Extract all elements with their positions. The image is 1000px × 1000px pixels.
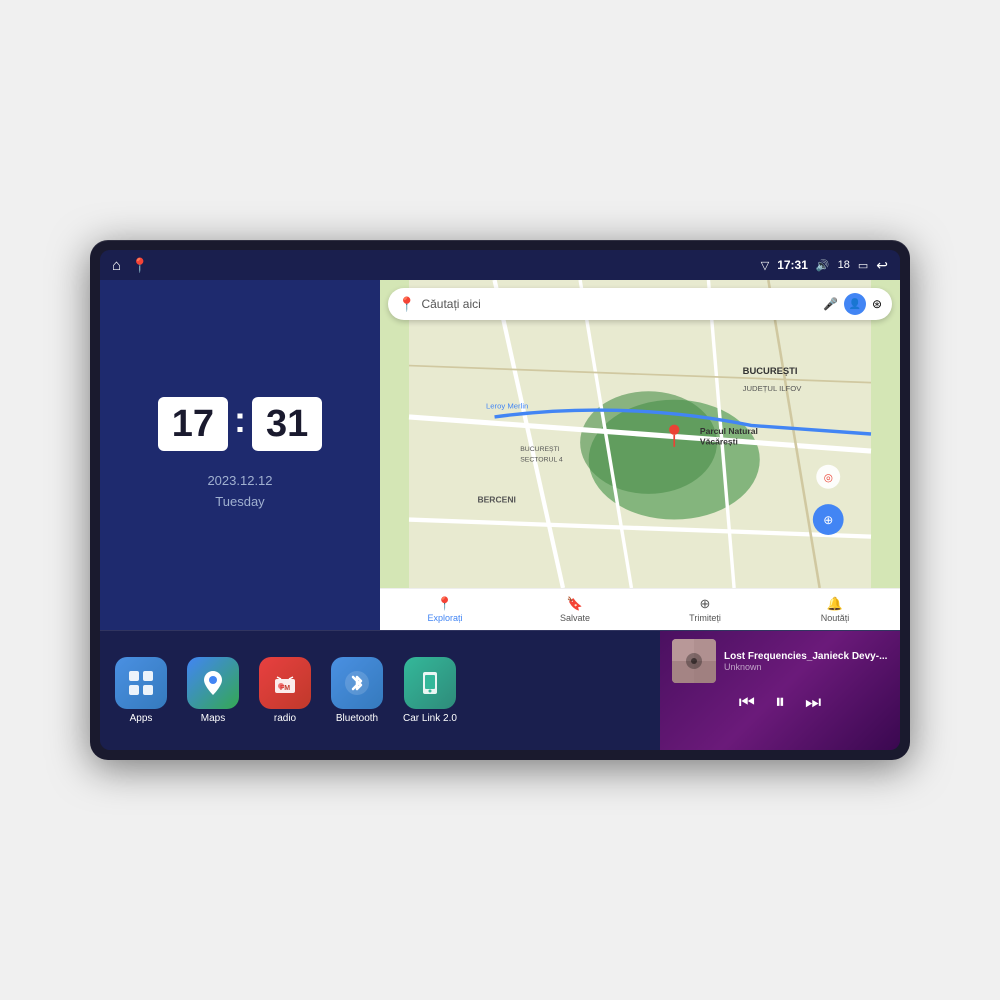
map-explore-icon: 📍 <box>437 596 453 612</box>
svg-text:Leroy Merlin: Leroy Merlin <box>486 401 528 410</box>
map-send-label: Trimiteți <box>689 613 721 623</box>
bottom-section: Apps Maps <box>100 630 900 750</box>
date-display: 2023.12.12 Tuesday <box>207 471 272 513</box>
carlink-label: Car Link 2.0 <box>403 713 457 724</box>
music-section: Lost Frequencies_Janieck Devy-... Unknow… <box>660 631 900 750</box>
svg-text:Văcărești: Văcărești <box>700 436 738 446</box>
svg-text:JUDEȚUL ILFOV: JUDEȚUL ILFOV <box>743 384 803 393</box>
apps-grid-icon <box>127 669 155 697</box>
status-right: ▽ 17:31 🔊 18 ▭ ↩ <box>761 257 888 274</box>
map-svg-container: Parcul Natural Văcărești BUCUREȘTI JUDEȚ… <box>380 280 900 588</box>
map-bottom-nav: 📍 Explorați 🔖 Salvate ⊕ Trimiteți <box>380 588 900 630</box>
music-album-art-image <box>672 639 716 683</box>
music-album-art <box>672 639 716 683</box>
map-user-avatar[interactable]: 👤 <box>844 293 866 315</box>
svg-text:◎: ◎ <box>824 473 833 484</box>
app-icon-radio[interactable]: FM radio <box>259 657 311 724</box>
map-nav-send[interactable]: ⊕ Trimiteți <box>640 596 770 623</box>
svg-text:Parcul Natural: Parcul Natural <box>700 426 758 436</box>
map-pin-icon: 📍 <box>398 296 415 313</box>
map-nav-saved[interactable]: 🔖 Salvate <box>510 596 640 623</box>
app-icon-maps[interactable]: Maps <box>187 657 239 724</box>
top-section: 17 : 31 2023.12.12 Tuesday <box>100 280 900 630</box>
clock-hour: 17 <box>158 397 228 451</box>
map-layers-icon[interactable]: ⊛ <box>872 297 882 311</box>
music-next-button[interactable]: ⏭ <box>805 692 821 713</box>
date-text: 2023.12.12 <box>207 471 272 492</box>
signal-icon: ▽ <box>761 259 769 272</box>
music-info: Lost Frequencies_Janieck Devy-... Unknow… <box>724 651 888 672</box>
svg-text:BERCENI: BERCENI <box>477 494 515 504</box>
maps-icon <box>187 657 239 709</box>
bluetooth-symbol-icon <box>343 669 371 697</box>
map-voice-icon[interactable]: 🎤 <box>823 297 838 311</box>
map-background: Parcul Natural Văcărești BUCUREȘTI JUDEȚ… <box>380 280 900 630</box>
clock-colon: : <box>234 399 246 441</box>
svg-text:BUCUREȘTI: BUCUREȘTI <box>743 365 798 376</box>
day-text: Tuesday <box>207 492 272 513</box>
maps-shortcut-icon[interactable]: 📍 <box>131 257 148 274</box>
music-prev-button[interactable]: ⏮ <box>739 692 755 713</box>
apps-section: Apps Maps <box>100 631 660 750</box>
maps-pin-icon <box>199 669 227 697</box>
svg-text:⊕: ⊕ <box>823 513 833 527</box>
home-icon[interactable]: ⌂ <box>112 257 121 274</box>
map-explore-label: Explorați <box>427 613 462 623</box>
app-icon-bluetooth[interactable]: Bluetooth <box>331 657 383 724</box>
album-art-svg <box>672 639 716 683</box>
music-play-button[interactable]: ⏸ <box>775 691 785 714</box>
radio-fm-icon: FM <box>271 669 299 697</box>
clock-display: 17 : 31 <box>158 397 323 451</box>
time-display: 17:31 <box>777 258 808 272</box>
map-news-icon: 🔔 <box>827 596 843 612</box>
map-nav-explore[interactable]: 📍 Explorați <box>380 596 510 623</box>
app-icon-apps[interactable]: Apps <box>115 657 167 724</box>
app-icon-carlink[interactable]: Car Link 2.0 <box>403 657 457 724</box>
carlink-phone-icon <box>416 669 444 697</box>
map-saved-label: Salvate <box>560 613 590 623</box>
map-send-icon: ⊕ <box>700 596 711 612</box>
volume-icon: 🔊 <box>816 259 830 272</box>
music-title: Lost Frequencies_Janieck Devy-... <box>724 651 888 662</box>
radio-icon: FM <box>259 657 311 709</box>
bluetooth-label: Bluetooth <box>336 713 378 724</box>
main-content: 17 : 31 2023.12.12 Tuesday <box>100 280 900 750</box>
map-news-label: Noutăți <box>821 613 850 623</box>
maps-label: Maps <box>201 713 225 724</box>
map-widget[interactable]: Parcul Natural Văcărești BUCUREȘTI JUDEȚ… <box>380 280 900 630</box>
music-controls: ⏮ ⏸ ⏭ <box>672 691 888 714</box>
device: ⌂ 📍 ▽ 17:31 🔊 18 ▭ ↩ 17 : 31 <box>90 240 910 760</box>
apps-icon <box>115 657 167 709</box>
status-bar: ⌂ 📍 ▽ 17:31 🔊 18 ▭ ↩ <box>100 250 900 280</box>
clock-widget: 17 : 31 2023.12.12 Tuesday <box>100 280 380 630</box>
carlink-icon <box>404 657 456 709</box>
battery-icon: ▭ <box>858 259 868 272</box>
music-top: Lost Frequencies_Janieck Devy-... Unknow… <box>672 639 888 683</box>
map-svg: Parcul Natural Văcărești BUCUREȘTI JUDEȚ… <box>380 280 900 588</box>
back-icon[interactable]: ↩ <box>876 257 888 274</box>
map-nav-news[interactable]: 🔔 Noutăți <box>770 596 900 623</box>
map-search-text[interactable]: Căutați aici <box>421 297 817 311</box>
svg-text:BUCUREȘTI: BUCUREȘTI <box>520 446 560 453</box>
screen: ⌂ 📍 ▽ 17:31 🔊 18 ▭ ↩ 17 : 31 <box>100 250 900 750</box>
map-saved-icon: 🔖 <box>567 596 583 612</box>
clock-minute: 31 <box>252 397 322 451</box>
radio-label: radio <box>274 713 296 724</box>
map-search-bar[interactable]: 📍 Căutați aici 🎤 👤 ⊛ <box>388 288 892 320</box>
status-left: ⌂ 📍 <box>112 257 149 274</box>
apps-label: Apps <box>130 713 153 724</box>
music-artist: Unknown <box>724 662 888 672</box>
bluetooth-icon <box>331 657 383 709</box>
svg-text:SECTORUL 4: SECTORUL 4 <box>520 456 563 463</box>
battery-level: 18 <box>838 259 850 271</box>
